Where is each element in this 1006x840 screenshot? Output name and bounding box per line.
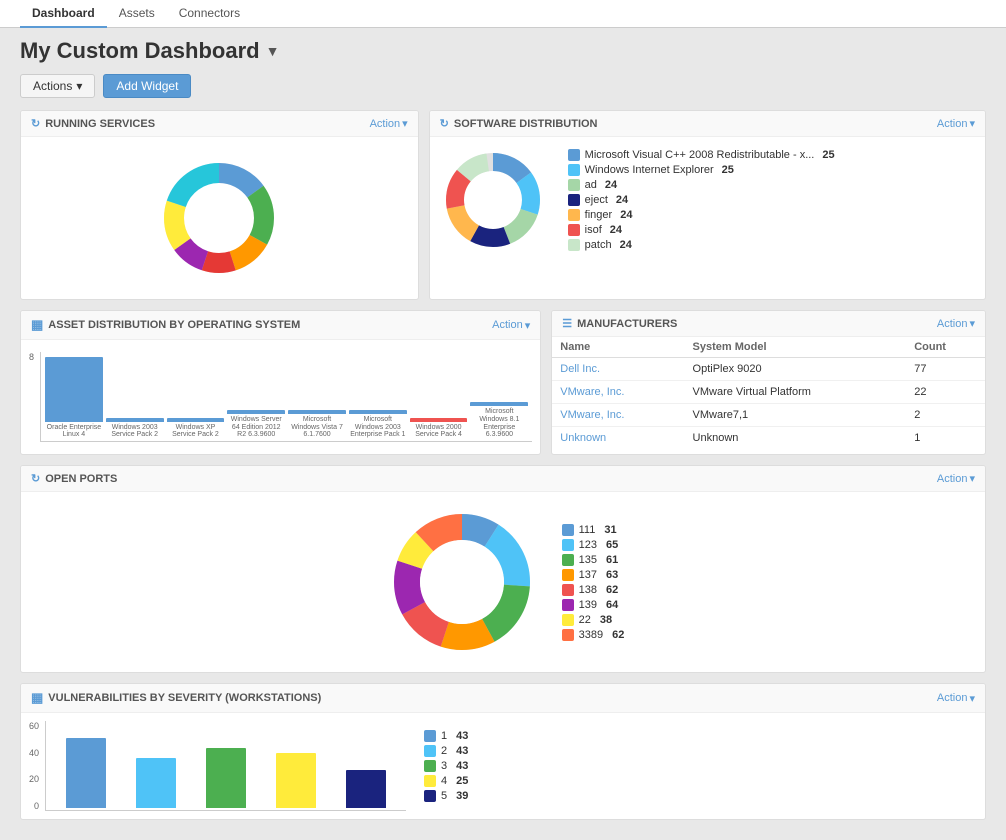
vulnerabilities-header: ▦ VULNERABILITIES BY SEVERITY (WORKSTATI… xyxy=(21,684,985,713)
manufacturers-table: Name System Model Count Dell Inc. OptiPl… xyxy=(552,337,985,449)
port-legend-item-7: 3389 62 xyxy=(562,629,625,641)
actions-button[interactable]: Actions ▾ xyxy=(20,74,95,98)
open-ports-action[interactable]: Action ▾ xyxy=(937,472,975,485)
legend-item-6: patch 24 xyxy=(568,239,835,251)
vulnerabilities-legend: 1 43 2 43 3 43 xyxy=(424,730,468,802)
manufacturers-widget: ☰ MANUFACTURERS Action ▾ Name System Mod… xyxy=(551,310,986,455)
legend-item-1: Windows Internet Explorer 25 xyxy=(568,164,835,176)
table-row: Unknown Unknown 1 xyxy=(552,427,985,450)
manufacturers-header: ☰ MANUFACTURERS Action ▾ xyxy=(552,311,985,337)
vulnerabilities-action[interactable]: Action ▾ xyxy=(937,692,975,705)
running-services-action[interactable]: Action ▾ xyxy=(370,117,408,130)
open-ports-widget: ↻ OPEN PORTS Action ▾ xyxy=(20,465,986,673)
manufacturers-action[interactable]: Action ▾ xyxy=(937,317,975,330)
table-row: VMware, Inc. VMware Virtual Platform 22 xyxy=(552,381,985,404)
top-navigation: Dashboard Assets Connectors xyxy=(0,0,1006,28)
running-services-donut xyxy=(154,153,284,283)
vulnerabilities-title: ▦ VULNERABILITIES BY SEVERITY (WORKSTATI… xyxy=(31,690,321,706)
dashboard-header: My Custom Dashboard ▼ xyxy=(20,38,986,64)
widget-row-2: ▦ ASSET DISTRIBUTION BY OPERATING SYSTEM… xyxy=(20,310,986,455)
port-legend-item-6: 22 38 xyxy=(562,614,625,626)
nav-assets[interactable]: Assets xyxy=(107,0,167,28)
running-services-body xyxy=(21,137,418,299)
legend-item-4: finger 24 xyxy=(568,209,835,221)
open-ports-legend: 111 31 123 65 135 61 13 xyxy=(562,524,625,641)
refresh-icon-op: ↻ xyxy=(31,472,40,485)
software-distribution-donut xyxy=(438,145,548,255)
software-distribution-header: ↻ SOFTWARE DISTRIBUTION Action ▾ xyxy=(430,111,985,137)
asset-distribution-body: 8 Oracle Enterprise Linux 4 Windows 2003… xyxy=(21,340,540,454)
vuln-legend-item-3: 4 25 xyxy=(424,775,468,787)
manufacturers-body: Name System Model Count Dell Inc. OptiPl… xyxy=(552,337,985,449)
vuln-legend-item-4: 5 39 xyxy=(424,790,468,802)
bar-icon-vuln: ▦ xyxy=(31,690,43,706)
legend-item-2: ad 24 xyxy=(568,179,835,191)
widget-row-1: ↻ RUNNING SERVICES Action ▾ xyxy=(20,110,986,300)
software-distribution-title: ↻ SOFTWARE DISTRIBUTION xyxy=(440,117,598,130)
running-services-title: ↻ RUNNING SERVICES xyxy=(31,117,155,130)
port-legend-item-1: 123 65 xyxy=(562,539,625,551)
mfr-name-link-3[interactable]: Unknown xyxy=(560,432,606,444)
open-ports-header: ↻ OPEN PORTS Action ▾ xyxy=(21,466,985,492)
table-row: VMware, Inc. VMware7,1 2 xyxy=(552,404,985,427)
asset-distribution-title: ▦ ASSET DISTRIBUTION BY OPERATING SYSTEM xyxy=(31,317,300,333)
dashboard-dropdown-icon[interactable]: ▼ xyxy=(266,43,280,59)
vuln-legend-item-2: 3 43 xyxy=(424,760,468,772)
vuln-legend-item-0: 1 43 xyxy=(424,730,468,742)
vulnerabilities-widget: ▦ VULNERABILITIES BY SEVERITY (WORKSTATI… xyxy=(20,683,986,820)
bar-chart-icon: ▦ xyxy=(31,317,43,333)
port-legend-item-2: 135 61 xyxy=(562,554,625,566)
col-name: Name xyxy=(552,337,684,358)
nav-dashboard[interactable]: Dashboard xyxy=(20,0,107,28)
software-distribution-body: Microsoft Visual C++ 2008 Redistributabl… xyxy=(430,137,985,263)
add-widget-button[interactable]: Add Widget xyxy=(103,74,191,98)
running-services-widget: ↻ RUNNING SERVICES Action ▾ xyxy=(20,110,419,300)
col-model: System Model xyxy=(685,337,907,358)
main-content: My Custom Dashboard ▼ Actions ▾ Add Widg… xyxy=(0,28,1006,840)
open-ports-donut xyxy=(382,502,542,662)
open-ports-title: ↻ OPEN PORTS xyxy=(31,472,117,485)
refresh-icon: ↻ xyxy=(31,117,40,130)
widget-row-4: ▦ VULNERABILITIES BY SEVERITY (WORKSTATI… xyxy=(20,683,986,820)
page-title: My Custom Dashboard xyxy=(20,38,260,64)
refresh-icon-sw: ↻ xyxy=(440,117,449,130)
asset-distribution-widget: ▦ ASSET DISTRIBUTION BY OPERATING SYSTEM… xyxy=(20,310,541,455)
manufacturers-title: ☰ MANUFACTURERS xyxy=(562,317,677,330)
software-distribution-widget: ↻ SOFTWARE DISTRIBUTION Action ▾ xyxy=(429,110,986,300)
nav-connectors[interactable]: Connectors xyxy=(167,0,252,28)
legend-item-5: isof 24 xyxy=(568,224,835,236)
port-legend-item-4: 138 62 xyxy=(562,584,625,596)
port-legend-item-5: 139 64 xyxy=(562,599,625,611)
mfr-name-link-1[interactable]: VMware, Inc. xyxy=(560,386,624,398)
open-ports-body: 111 31 123 65 135 61 13 xyxy=(21,492,985,672)
list-icon: ☰ xyxy=(562,317,572,330)
software-distribution-action[interactable]: Action ▾ xyxy=(937,117,975,130)
running-services-header: ↻ RUNNING SERVICES Action ▾ xyxy=(21,111,418,137)
legend-item-3: eject 24 xyxy=(568,194,835,206)
mfr-name-link-0[interactable]: Dell Inc. xyxy=(560,363,600,375)
vulnerabilities-body: 60 40 20 0 xyxy=(21,713,985,819)
port-legend-item-3: 137 63 xyxy=(562,569,625,581)
col-count: Count xyxy=(906,337,985,358)
vuln-legend-item-1: 2 43 xyxy=(424,745,468,757)
asset-distribution-header: ▦ ASSET DISTRIBUTION BY OPERATING SYSTEM… xyxy=(21,311,540,340)
legend-item-0: Microsoft Visual C++ 2008 Redistributabl… xyxy=(568,149,835,161)
software-distribution-legend: Microsoft Visual C++ 2008 Redistributabl… xyxy=(568,149,835,251)
action-bar: Actions ▾ Add Widget xyxy=(20,74,986,98)
widget-row-3: ↻ OPEN PORTS Action ▾ xyxy=(20,465,986,673)
table-row: Dell Inc. OptiPlex 9020 77 xyxy=(552,358,985,381)
mfr-name-link-2[interactable]: VMware, Inc. xyxy=(560,409,624,421)
port-legend-item-0: 111 31 xyxy=(562,524,625,536)
asset-distribution-action[interactable]: Action ▾ xyxy=(492,319,530,332)
